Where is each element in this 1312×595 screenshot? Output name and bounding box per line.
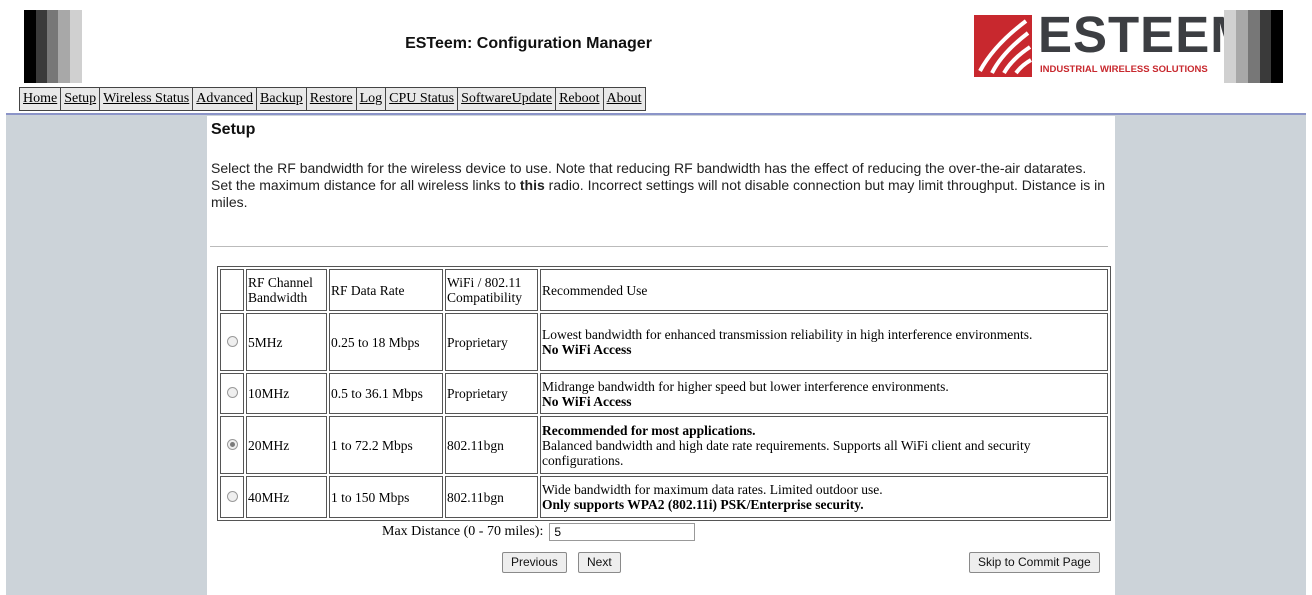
table-row: 5MHz 0.25 to 18 Mbps Proprietary Lowest …: [220, 313, 1108, 371]
use-note: Only supports WPA2 (802.11i) PSK/Enterpr…: [542, 497, 864, 512]
cell-compatibility: Proprietary: [445, 373, 538, 414]
esteem-logo: ESTEEM INDUSTRIAL WIRELESS SOLUTIONS: [974, 9, 1253, 77]
previous-button[interactable]: Previous: [502, 552, 567, 573]
header-recommended-use: Recommended Use: [540, 269, 1108, 311]
radio-5mhz[interactable]: [226, 335, 238, 347]
radio-20mhz[interactable]: [226, 438, 238, 450]
navbar: Home Setup Wireless Status Advanced Back…: [6, 83, 1306, 115]
setup-panel: Setup Select the RF bandwidth for the wi…: [207, 116, 1115, 595]
radio-10mhz[interactable]: [226, 387, 238, 398]
nav-log[interactable]: Log: [355, 87, 387, 111]
logo-tagline: INDUSTRIAL WIRELESS SOLUTIONS: [1040, 64, 1208, 75]
header-select: [220, 269, 244, 311]
cell-bandwidth: 40MHz: [246, 476, 327, 518]
cell-data-rate: 0.25 to 18 Mbps: [329, 313, 443, 371]
intro-distance-bold: this: [519, 177, 545, 193]
divider: [210, 246, 1108, 247]
header-data-rate: RF Data Rate: [329, 269, 443, 311]
logo-wordmark: ESTEEM: [1038, 6, 1254, 63]
use-text: Balanced bandwidth and high date rate re…: [542, 437, 1031, 468]
use-text: Midrange bandwidth for higher speed but …: [542, 378, 949, 394]
logo-mark-icon: [974, 15, 1032, 77]
table-header-row: RF Channel Bandwidth RF Data Rate WiFi /…: [220, 269, 1108, 311]
cell-recommended-use: Lowest bandwidth for enhanced transmissi…: [540, 313, 1108, 371]
table-row: 40MHz 1 to 150 Mbps 802.11bgn Wide bandw…: [220, 476, 1108, 518]
nav-home[interactable]: Home: [19, 87, 62, 111]
radio-cell: [220, 313, 244, 371]
cell-data-rate: 1 to 72.2 Mbps: [329, 416, 443, 474]
radio-cell: [220, 373, 244, 414]
table-row: 20MHz 1 to 72.2 Mbps 802.11bgn Recommend…: [220, 416, 1108, 474]
radio-cell: [220, 416, 244, 474]
table-row: 10MHz 0.5 to 36.1 Mbps Proprietary Midra…: [220, 373, 1108, 414]
intro-text: Select the RF bandwidth for the wireless…: [211, 160, 1111, 211]
cell-data-rate: 0.5 to 36.1 Mbps: [329, 373, 443, 414]
intro-bandwidth-text: Select the RF bandwidth for the wireless…: [211, 160, 1087, 176]
header-bandwidth: RF Channel Bandwidth: [246, 269, 327, 311]
use-lead: Recommended for most applications.: [542, 422, 756, 438]
nav-restore[interactable]: Restore: [305, 87, 357, 111]
cell-recommended-use: Midrange bandwidth for higher speed but …: [540, 373, 1108, 414]
nav-menu: Home Setup Wireless Status Advanced Back…: [19, 87, 646, 111]
intro-distance-text: Set the maximum distance for all wireles…: [211, 177, 1111, 211]
cell-bandwidth: 20MHz: [246, 416, 327, 474]
nav-advanced[interactable]: Advanced: [192, 87, 258, 111]
app-title: ESTeem: Configuration Manager: [405, 35, 652, 52]
cell-compatibility: 802.11bgn: [445, 416, 538, 474]
nav-backup[interactable]: Backup: [256, 87, 307, 111]
cell-compatibility: 802.11bgn: [445, 476, 538, 518]
use-text: Wide bandwidth for maximum data rates. L…: [542, 482, 883, 497]
header-compatibility: WiFi / 802.11 Compatibility: [445, 269, 538, 311]
intro-distance-pre: Set the maximum distance for all wireles…: [211, 177, 520, 193]
nav-setup[interactable]: Setup: [60, 87, 101, 111]
max-distance-input[interactable]: [549, 523, 696, 541]
radio-cell: [220, 476, 244, 518]
cell-compatibility: Proprietary: [445, 313, 538, 371]
nav-about[interactable]: About: [602, 87, 646, 111]
cell-recommended-use: Wide bandwidth for maximum data rates. L…: [540, 476, 1108, 518]
nav-cpu-status[interactable]: CPU Status: [385, 87, 459, 111]
nav-reboot[interactable]: Reboot: [555, 87, 604, 111]
nav-wireless-status[interactable]: Wireless Status: [99, 87, 194, 111]
cell-bandwidth: 10MHz: [246, 373, 327, 414]
skip-to-commit-button[interactable]: Skip to Commit Page: [969, 552, 1100, 573]
use-text: Lowest bandwidth for enhanced transmissi…: [542, 327, 1033, 342]
next-button[interactable]: Next: [578, 552, 621, 573]
nav-software-update[interactable]: SoftwareUpdate: [457, 87, 557, 111]
cell-data-rate: 1 to 150 Mbps: [329, 476, 443, 518]
use-note: No WiFi Access: [542, 393, 632, 409]
page-title: Setup: [211, 121, 256, 138]
radio-40mhz[interactable]: [226, 490, 238, 502]
header: ESTeem: Configuration Manager ESTEEM IND…: [6, 5, 1306, 83]
use-note: No WiFi Access: [542, 342, 632, 357]
max-distance-row: Max Distance (0 - 70 miles):: [382, 523, 696, 541]
cell-bandwidth: 5MHz: [246, 313, 327, 371]
decorative-stripes-right: [1224, 10, 1283, 83]
bandwidth-table: RF Channel Bandwidth RF Data Rate WiFi /…: [217, 266, 1111, 521]
max-distance-label: Max Distance (0 - 70 miles):: [382, 524, 544, 539]
cell-recommended-use: Recommended for most applications. Balanc…: [540, 416, 1108, 474]
